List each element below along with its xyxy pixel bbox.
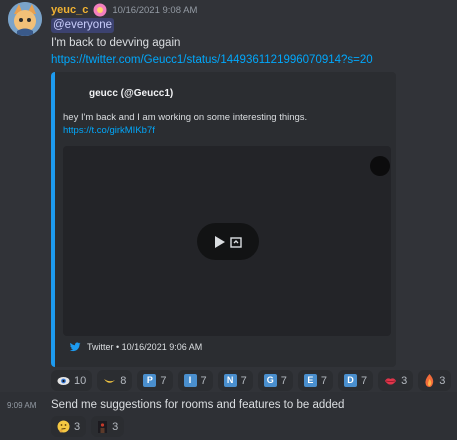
message-2-text: Send me suggestions for rooms and featur… bbox=[51, 399, 345, 411]
reaction-letter-p[interactable]: P 7 bbox=[137, 370, 173, 391]
reaction-count: 3 bbox=[74, 420, 81, 433]
tweet-link[interactable]: https://twitter.com/Geucc1/status/144936… bbox=[51, 54, 451, 66]
message-2-time: 9:09 AM bbox=[7, 401, 37, 410]
twitter-embed: geucc (@Geucc1) hey I'm back and I am wo… bbox=[51, 72, 396, 367]
video-dot-icon bbox=[370, 156, 390, 176]
everyone-mention[interactable]: @everyone bbox=[51, 18, 114, 33]
play-button[interactable] bbox=[197, 223, 259, 260]
message: yeuc_c 10/16/2021 9:08 AM @everyone I'm … bbox=[0, 0, 457, 392]
reaction-letter-n[interactable]: N 7 bbox=[217, 370, 253, 391]
reaction-count: 7 bbox=[280, 374, 287, 387]
open-external-icon[interactable] bbox=[230, 236, 242, 248]
reaction-letter-i[interactable]: I 7 bbox=[177, 370, 213, 391]
letter-g-icon: G bbox=[263, 374, 277, 387]
reaction-thinking[interactable]: 3 bbox=[51, 416, 87, 437]
reaction-banana[interactable]: 8 bbox=[97, 370, 133, 391]
reaction-letter-g[interactable]: G 7 bbox=[257, 370, 293, 391]
reaction-letter-e[interactable]: E 7 bbox=[297, 370, 333, 391]
reaction-count: 7 bbox=[361, 374, 368, 387]
embed-footer: Twitter • 10/16/2021 9:06 AM bbox=[69, 341, 202, 353]
embed-video[interactable] bbox=[63, 146, 391, 336]
reaction-count: 7 bbox=[240, 374, 247, 387]
reaction-lips[interactable]: 3 bbox=[378, 370, 414, 391]
dark-figure-icon bbox=[98, 420, 108, 433]
thinking-face-icon bbox=[57, 420, 70, 433]
message-text: I'm back to devving again bbox=[51, 37, 181, 49]
reaction-count: 7 bbox=[320, 374, 327, 387]
reaction-dark-figure[interactable]: 3 bbox=[91, 416, 125, 437]
role-badge-icon bbox=[93, 3, 107, 17]
flame-icon bbox=[425, 374, 434, 387]
user-avatar[interactable] bbox=[8, 2, 42, 36]
reaction-count: 10 bbox=[74, 374, 87, 387]
reaction-count: 3 bbox=[401, 374, 408, 387]
reaction-flame[interactable]: 3 bbox=[418, 370, 452, 391]
twitter-icon bbox=[69, 342, 81, 352]
banana-icon bbox=[104, 378, 116, 383]
reaction-count: 7 bbox=[200, 374, 207, 387]
message-header: yeuc_c 10/16/2021 9:08 AM bbox=[51, 3, 197, 17]
reaction-bar: 10 8 P 7 I 7 N 7 G 7 E 7 D 7 3 3 bbox=[51, 370, 456, 391]
reaction-count: 7 bbox=[160, 374, 167, 387]
embed-author[interactable]: geucc (@Geucc1) bbox=[89, 88, 173, 99]
eye-icon bbox=[57, 376, 70, 385]
letter-i-icon: I bbox=[183, 374, 197, 387]
lips-icon bbox=[385, 377, 397, 385]
message-2-reactions: 3 3 bbox=[51, 416, 129, 437]
embed-description: hey I'm back and I am working on some in… bbox=[63, 112, 308, 123]
message-2: 9:09 AM Send me suggestions for rooms an… bbox=[0, 392, 457, 440]
letter-e-icon: E bbox=[303, 374, 317, 387]
username[interactable]: yeuc_c bbox=[51, 4, 88, 16]
play-icon bbox=[215, 235, 225, 248]
reaction-count: 3 bbox=[112, 420, 119, 433]
reaction-count: 8 bbox=[120, 374, 127, 387]
letter-n-icon: N bbox=[223, 374, 237, 387]
message-timestamp: 10/16/2021 9:08 AM bbox=[112, 4, 198, 16]
letter-d-icon: D bbox=[344, 374, 357, 387]
reaction-count: 3 bbox=[439, 374, 446, 387]
letter-p-icon: P bbox=[143, 374, 157, 387]
embed-description-link[interactable]: https://t.co/girkMIKb7f bbox=[63, 125, 155, 136]
reaction-eye[interactable]: 10 bbox=[51, 370, 93, 391]
reaction-letter-d[interactable]: D 7 bbox=[338, 370, 374, 391]
embed-footer-text: Twitter • 10/16/2021 9:06 AM bbox=[87, 342, 203, 352]
